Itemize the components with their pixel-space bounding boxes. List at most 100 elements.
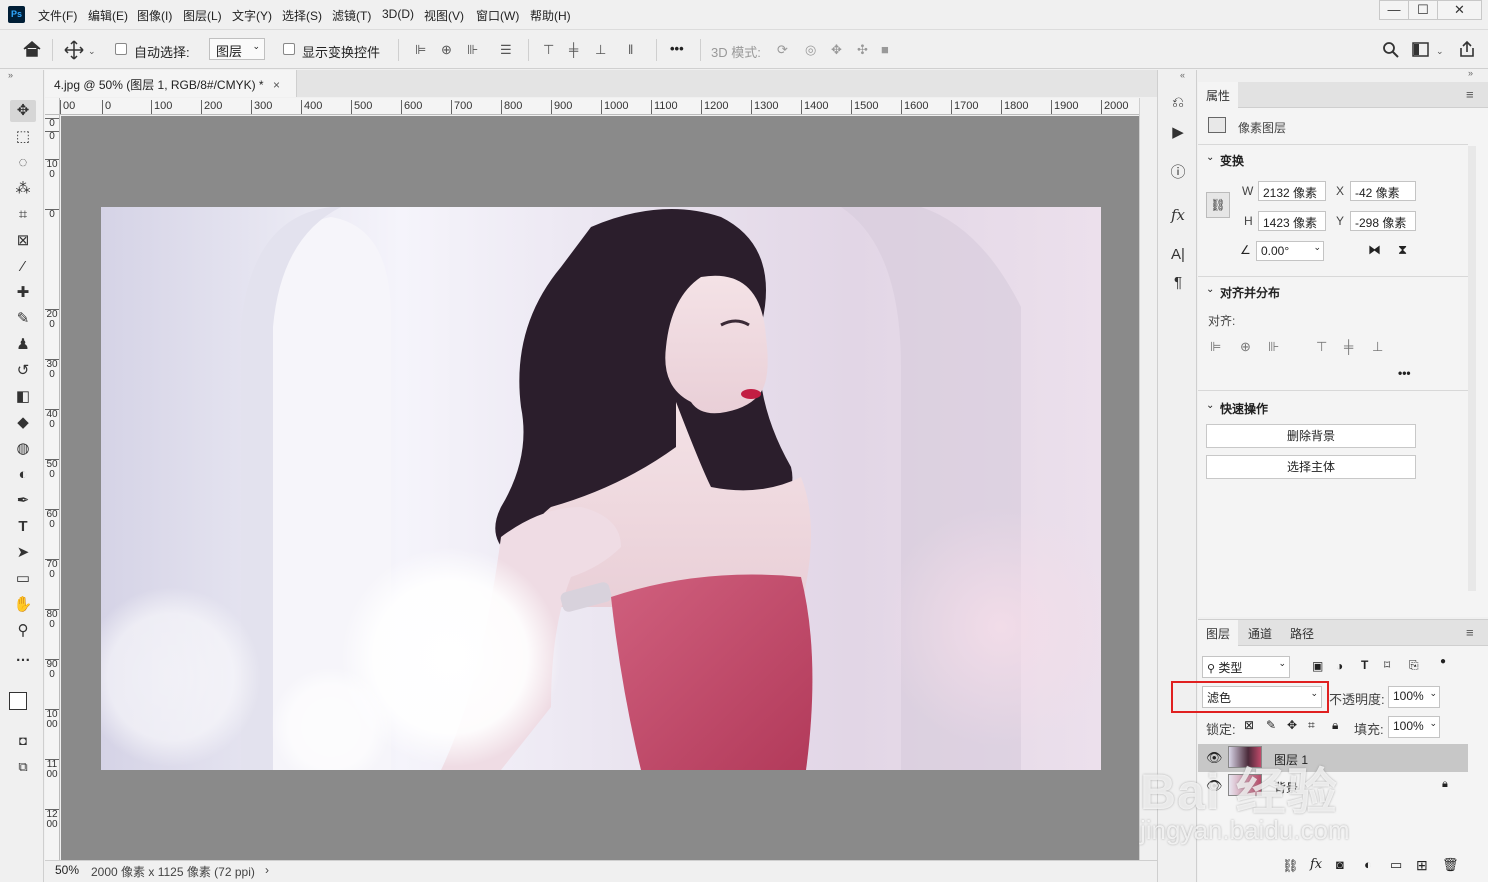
- maximize-button[interactable]: ☐: [1408, 0, 1438, 20]
- filter-smart-object-icon[interactable]: ⎘: [1409, 658, 1419, 673]
- menu-layer[interactable]: 图层(L): [183, 7, 222, 24]
- menu-select[interactable]: 选择(S): [282, 7, 322, 24]
- auto-select-checkbox[interactable]: [115, 43, 127, 55]
- align-hcenter-icon[interactable]: ⊕: [441, 42, 452, 58]
- flip-vertical-icon[interactable]: ⧗: [1398, 242, 1407, 258]
- filter-shape-icon[interactable]: ⌑: [1384, 658, 1390, 672]
- menu-type[interactable]: 文字(Y): [232, 7, 272, 24]
- link-icon[interactable]: ⛓: [1282, 858, 1299, 874]
- more-options-button[interactable]: •••: [670, 41, 684, 56]
- menu-3d[interactable]: 3D(D): [382, 7, 414, 21]
- align-top-icon[interactable]: ⊤: [543, 42, 554, 58]
- zoom-level[interactable]: 50%: [55, 863, 79, 877]
- styles-icon[interactable]: fx: [1167, 204, 1189, 226]
- lasso-tool-icon[interactable]: ◌: [10, 152, 36, 174]
- tab-channels[interactable]: 通道: [1240, 620, 1280, 646]
- align-vcenter-icon[interactable]: ╪: [1344, 339, 1353, 354]
- properties-scrollbar[interactable]: [1468, 146, 1476, 591]
- x-input[interactable]: -42 像素: [1350, 181, 1416, 201]
- panel-menu-icon[interactable]: ≡: [1466, 87, 1474, 102]
- align-bottom-icon[interactable]: ⊥: [1372, 339, 1383, 355]
- lock-artboard-icon[interactable]: ⌗: [1308, 718, 1315, 733]
- filter-type-icon[interactable]: T: [1361, 658, 1368, 672]
- 3d-roll-icon[interactable]: ◎: [805, 42, 816, 58]
- rectangle-tool-icon[interactable]: ▭: [10, 568, 36, 590]
- 3d-orbit-icon[interactable]: ⟳: [777, 42, 788, 58]
- fill-input[interactable]: 100% ⌄: [1388, 716, 1440, 738]
- close-tab-icon[interactable]: ×: [273, 78, 280, 92]
- flip-horizontal-icon[interactable]: ⧓: [1368, 242, 1381, 258]
- link-dimensions-icon[interactable]: ⛓: [1206, 192, 1230, 218]
- path-selection-tool-icon[interactable]: ➤: [10, 542, 36, 564]
- document-tab[interactable]: 4.jpg @ 50% (图层 1, RGB/8#/CMYK) * ×: [45, 70, 297, 97]
- foreground-color-swatch[interactable]: [9, 692, 27, 710]
- horizontal-ruler[interactable]: 00 0 100 200 300 400 500 600 700 800 900…: [60, 98, 1140, 115]
- align-right-icon[interactable]: ⊪: [1268, 339, 1279, 355]
- filter-pixel-icon[interactable]: ▣: [1312, 659, 1323, 673]
- trash-icon[interactable]: 🗑︎: [1442, 857, 1459, 873]
- history-icon[interactable]: ⎌: [1167, 92, 1189, 114]
- chevron-down-icon[interactable]: ⌄: [1206, 152, 1214, 163]
- blur-tool-icon[interactable]: ◍: [10, 438, 36, 460]
- move-tool-icon[interactable]: [64, 40, 84, 60]
- tab-paths[interactable]: 路径: [1282, 620, 1322, 646]
- panel-menu-icon[interactable]: ≡: [1466, 625, 1474, 640]
- menu-filter[interactable]: 滤镜(T): [332, 7, 371, 24]
- mask-icon[interactable]: ◙: [1336, 857, 1344, 872]
- collapse-panel-icon[interactable]: «: [1180, 70, 1185, 80]
- y-input[interactable]: -298 像素: [1350, 211, 1416, 231]
- 3d-slide-icon[interactable]: ✣: [857, 42, 868, 58]
- align-top-icon[interactable]: ⊤: [1316, 339, 1327, 355]
- fx-icon[interactable]: fx: [1310, 857, 1322, 872]
- ruler-origin[interactable]: [45, 98, 60, 115]
- history-brush-tool-icon[interactable]: ↺: [10, 360, 36, 382]
- menu-view[interactable]: 视图(V): [424, 7, 464, 24]
- align-vcenter-icon[interactable]: ╪: [569, 42, 578, 58]
- remove-background-button[interactable]: 删除背景: [1206, 424, 1416, 448]
- hand-tool-icon[interactable]: ✋: [10, 594, 36, 616]
- filter-kind-dropdown[interactable]: ⚲ 类型 ⌄: [1202, 656, 1290, 678]
- document-image[interactable]: [101, 207, 1101, 770]
- transform-section-title[interactable]: 变换: [1220, 152, 1244, 169]
- folder-icon[interactable]: ▭: [1390, 857, 1402, 873]
- align-bottom-icon[interactable]: ⊥: [595, 42, 606, 58]
- minimize-button[interactable]: —: [1379, 0, 1409, 20]
- show-transform-checkbox[interactable]: [283, 43, 295, 55]
- paragraph-icon[interactable]: ¶: [1167, 272, 1189, 294]
- lock-all-icon[interactable]: 🔒︎: [1332, 718, 1338, 733]
- chevron-right-icon[interactable]: ›: [265, 863, 269, 877]
- quick-actions-section-title[interactable]: 快速操作: [1220, 400, 1268, 417]
- zoom-tool-icon[interactable]: ⚲: [10, 620, 36, 642]
- lock-position-icon[interactable]: ✥: [1287, 718, 1297, 732]
- align-left-icon[interactable]: ⊫: [415, 42, 426, 58]
- info-icon[interactable]: ⓘ: [1167, 162, 1189, 184]
- pen-tool-icon[interactable]: ✒: [10, 490, 36, 512]
- filter-adjustment-icon[interactable]: ◑: [1336, 659, 1343, 673]
- collapse-panel-icon[interactable]: »: [8, 70, 13, 80]
- edit-toolbar-icon[interactable]: …: [10, 646, 36, 668]
- select-subject-button[interactable]: 选择主体: [1206, 455, 1416, 479]
- stamp-tool-icon[interactable]: ♟: [10, 334, 36, 356]
- marquee-tool-icon[interactable]: ⬚: [10, 126, 36, 148]
- eraser-tool-icon[interactable]: ◧: [10, 386, 36, 408]
- chevron-down-icon[interactable]: ⌄: [88, 43, 96, 59]
- search-icon[interactable]: [1382, 41, 1400, 59]
- magic-wand-tool-icon[interactable]: ⁂: [10, 178, 36, 200]
- frame-tool-icon[interactable]: ⊠: [10, 230, 36, 252]
- move-tool-icon[interactable]: ✥: [10, 100, 36, 122]
- dodge-tool-icon[interactable]: ◐: [10, 464, 36, 486]
- align-section-title[interactable]: 对齐并分布: [1220, 284, 1280, 301]
- auto-select-target-dropdown[interactable]: 图层 ⌄: [209, 38, 265, 60]
- align-right-icon[interactable]: ⊪: [467, 42, 478, 58]
- tab-layers[interactable]: 图层: [1198, 620, 1239, 646]
- align-hcenter-icon[interactable]: ⊕: [1240, 339, 1251, 355]
- healing-brush-tool-icon[interactable]: ✚: [10, 282, 36, 304]
- eyedropper-tool-icon[interactable]: ⁄: [10, 256, 36, 278]
- brush-tool-icon[interactable]: ✎: [10, 308, 36, 330]
- paint-bucket-tool-icon[interactable]: ◆: [10, 412, 36, 434]
- screen-mode-icon[interactable]: ⧉: [10, 756, 36, 778]
- distribute-icon[interactable]: ☰: [500, 42, 512, 58]
- quick-mask-icon[interactable]: ◘: [10, 730, 36, 752]
- menu-window[interactable]: 窗口(W): [476, 7, 519, 24]
- menu-help[interactable]: 帮助(H): [530, 7, 571, 24]
